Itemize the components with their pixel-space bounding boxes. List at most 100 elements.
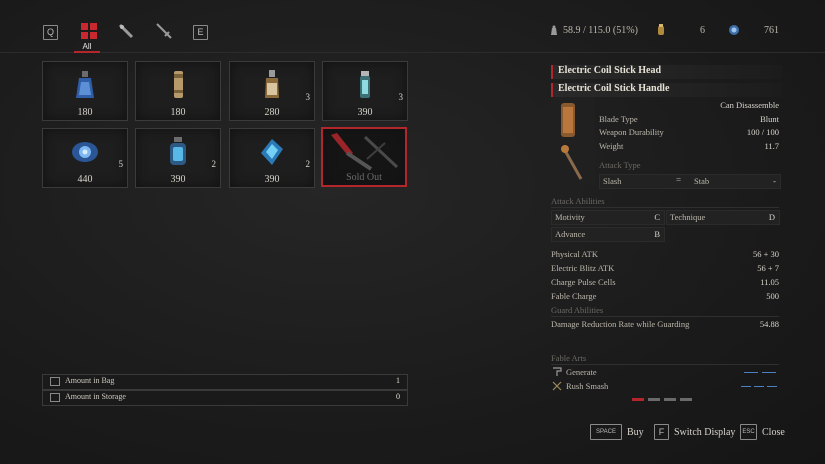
blue-vial-icon xyxy=(76,71,94,98)
motivity-box: Motivity C xyxy=(551,210,665,225)
art-cost-bar xyxy=(741,386,751,387)
attack-type-box: Slash = Stab - xyxy=(599,174,781,189)
physical-atk-value: 56 + 30 xyxy=(752,249,779,259)
advance-box: Advance B xyxy=(551,227,665,242)
shop-slot-5[interactable]: 5 440 xyxy=(42,128,128,188)
consumable-category-icon[interactable] xyxy=(117,22,135,40)
tab-all-label: All xyxy=(82,42,92,51)
item-quantity: 3 xyxy=(305,92,311,102)
item-price: 390 xyxy=(357,107,373,118)
f-key[interactable]: F xyxy=(654,424,669,440)
shop-slot-4[interactable]: 3 390 xyxy=(322,61,408,121)
amount-in-storage-value: 0 xyxy=(396,392,400,401)
page-indicator[interactable] xyxy=(680,398,692,401)
switch-display-label[interactable]: Switch Display xyxy=(674,427,735,438)
all-category-icon[interactable] xyxy=(80,22,98,40)
art-cost-bar xyxy=(744,372,758,373)
can-disassemble: Can Disassemble xyxy=(720,100,779,110)
generate-art-icon xyxy=(553,367,562,376)
close-label[interactable]: Close xyxy=(762,427,785,438)
rush-smash-art-icon xyxy=(552,381,562,391)
blade-type-value: Blunt xyxy=(760,114,779,124)
physical-atk-label: Physical ATK xyxy=(551,249,598,259)
attack-type-slash: Slash xyxy=(603,176,622,186)
shop-slot-6[interactable]: 2 390 xyxy=(135,128,221,188)
fable-arts-label: Fable Arts xyxy=(551,353,587,363)
weight-value: 11.7 xyxy=(764,141,779,151)
fable-charge-value: 500 xyxy=(766,291,779,301)
fable-charge-label: Fable Charge xyxy=(551,291,597,301)
motivity-value: C xyxy=(654,212,660,222)
tab-all-underline xyxy=(74,51,100,53)
item-price: 390 xyxy=(170,174,186,185)
page-indicator[interactable] xyxy=(664,398,676,401)
divider xyxy=(551,364,779,365)
charge-value: 11.05 xyxy=(760,277,779,287)
amount-in-bag-value: 1 xyxy=(396,376,400,385)
next-tab-key[interactable]: E xyxy=(193,25,208,40)
item-detail-panel: Electric Coil Stick Head Electric Coil S… xyxy=(535,62,783,407)
weight-icon xyxy=(551,25,557,35)
guard-abilities-label: Guard Abilities xyxy=(551,305,604,315)
weight-value: 58.9 / 115.0 (51%) xyxy=(563,25,638,36)
damage-reduction-value: 54.88 xyxy=(759,319,779,329)
currency-value: 761 xyxy=(764,25,779,36)
art-cost-bar xyxy=(762,372,776,373)
handle-title: Electric Coil Stick Handle xyxy=(551,83,782,97)
art-generate: Generate xyxy=(566,367,597,377)
shop-slot-2[interactable]: 180 xyxy=(135,61,221,121)
weapon-category-icon[interactable] xyxy=(155,22,173,40)
amount-in-bag-row: Amount in Bag 1 xyxy=(42,374,408,390)
page-indicator[interactable] xyxy=(648,398,660,401)
shop-slot-3[interactable]: 3 280 xyxy=(229,61,315,121)
item-quantity: 2 xyxy=(305,159,311,169)
attack-type-label: Attack Type xyxy=(599,160,641,170)
shop-slot-1[interactable]: 180 xyxy=(42,61,128,121)
technique-value: D xyxy=(768,212,775,222)
item-quantity: 2 xyxy=(211,159,217,169)
flask-icon xyxy=(265,70,279,98)
damage-reduction-label: Damage Reduction Rate while Guarding xyxy=(551,319,690,329)
weight-label: Weight xyxy=(599,141,624,151)
amount-in-bag-label: Amount in Bag xyxy=(65,376,115,385)
amount-in-storage-row: Amount in Storage 0 xyxy=(42,390,408,406)
divider xyxy=(551,207,779,208)
advance-label: Advance xyxy=(555,229,586,239)
technique-box: Technique D xyxy=(666,210,780,225)
item-count-value: 6 xyxy=(700,25,705,36)
top-bar: Q All E 58.9 / 115.0 (51%) 6 761 xyxy=(0,0,825,53)
item-price: 440 xyxy=(77,174,93,185)
art-rush-smash: Rush Smash xyxy=(566,381,609,391)
item-quantity: 5 xyxy=(118,159,124,169)
art-cost-bar xyxy=(767,386,777,387)
prev-tab-key[interactable]: Q xyxy=(43,25,58,40)
sold-out-label: Sold Out xyxy=(346,172,382,183)
motivity-label: Motivity xyxy=(555,212,585,222)
ergo-currency-icon xyxy=(729,25,739,35)
weapon-handle-icon xyxy=(331,133,399,171)
attack-abilities-label: Attack Abilities xyxy=(551,196,605,206)
charge-label: Charge Pulse Cells xyxy=(551,277,616,287)
page-indicator-active[interactable] xyxy=(632,398,644,401)
item-price: 390 xyxy=(264,174,280,185)
item-price: 280 xyxy=(264,107,280,118)
blue-jar-icon xyxy=(170,137,186,165)
durability-label: Weapon Durability xyxy=(599,127,664,137)
bag-icon xyxy=(50,377,60,386)
blue-orb-icon xyxy=(72,142,98,162)
attack-type-empty: - xyxy=(773,176,776,186)
item-price: 180 xyxy=(170,107,186,118)
item-count-icon xyxy=(658,24,664,35)
weapon-parts-image xyxy=(551,97,595,185)
buy-label[interactable]: Buy xyxy=(627,427,644,438)
space-key[interactable]: SPACE xyxy=(590,424,622,440)
electric-atk-value: 56 + 7 xyxy=(757,263,779,273)
shop-slot-8-selected[interactable]: Sold Out xyxy=(321,127,407,187)
attack-type-stab: Stab xyxy=(694,176,710,186)
esc-key[interactable]: ESC xyxy=(740,424,757,440)
blue-crystal-icon xyxy=(261,139,283,165)
item-price: 180 xyxy=(77,107,93,118)
storage-icon xyxy=(50,393,60,402)
blade-type-label: Blade Type xyxy=(599,114,638,124)
shop-slot-7[interactable]: 2 390 xyxy=(229,128,315,188)
